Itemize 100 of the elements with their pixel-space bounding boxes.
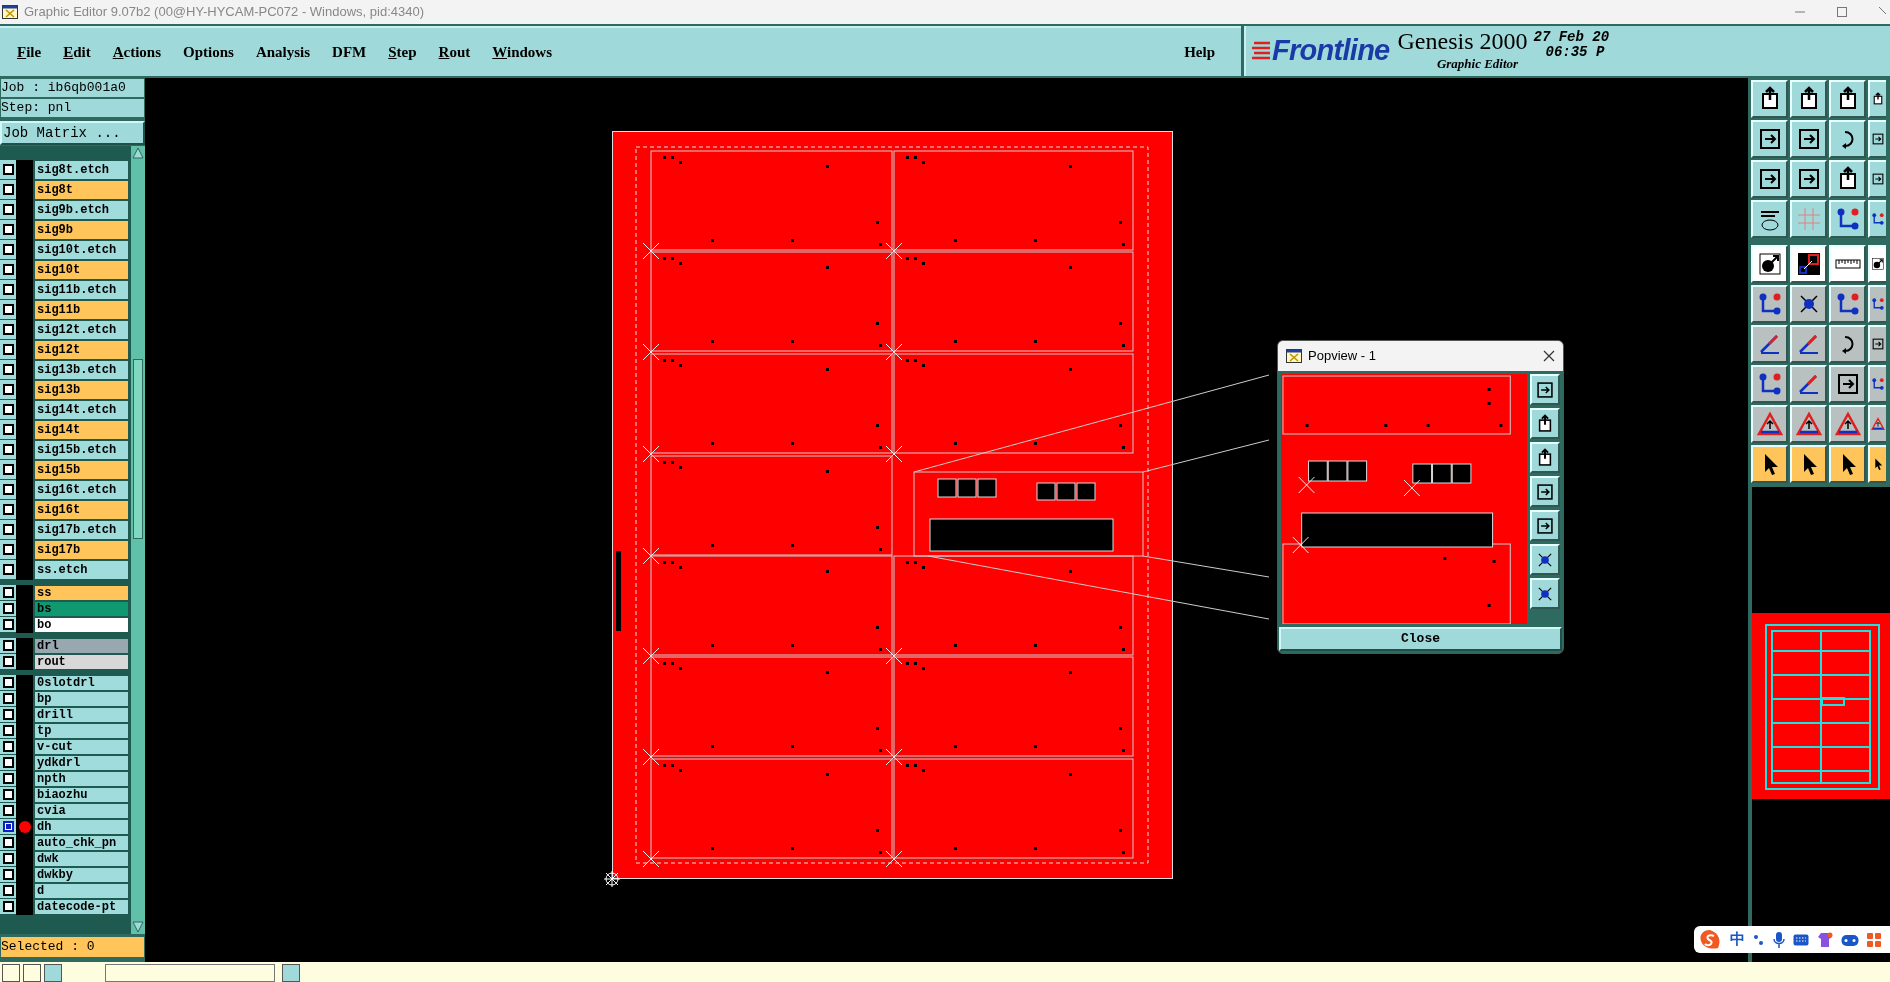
tool-button[interactable] bbox=[1790, 160, 1827, 198]
tool-button[interactable] bbox=[1868, 160, 1886, 198]
tool-button[interactable] bbox=[1751, 120, 1788, 158]
tool-button[interactable] bbox=[1868, 245, 1886, 283]
tool-button[interactable] bbox=[1829, 365, 1866, 403]
keyboard-icon[interactable] bbox=[1793, 933, 1809, 946]
tool-button[interactable] bbox=[1868, 80, 1886, 118]
tool-button[interactable] bbox=[1751, 200, 1788, 238]
tool-button[interactable] bbox=[1829, 245, 1866, 283]
layer-name[interactable]: drill bbox=[34, 707, 129, 723]
layer-name[interactable]: ydkdrl bbox=[34, 755, 129, 771]
layer-name[interactable]: biaozhu bbox=[34, 787, 129, 803]
menu-item[interactable]: DFM bbox=[321, 40, 378, 64]
menu-item[interactable]: File bbox=[6, 40, 53, 64]
tool-button[interactable] bbox=[1530, 476, 1560, 507]
layer-name[interactable]: sig11b.etch bbox=[34, 280, 129, 300]
layer-checkbox[interactable] bbox=[2, 464, 14, 475]
layer-name[interactable]: v-cut bbox=[34, 739, 129, 755]
layer-name[interactable]: sig9b bbox=[34, 220, 129, 240]
layer-checkbox[interactable] bbox=[2, 224, 14, 235]
scroll-thumb[interactable] bbox=[133, 359, 143, 539]
ime-logo-icon[interactable] bbox=[1698, 928, 1722, 951]
layer-name[interactable]: sig16t bbox=[34, 500, 129, 520]
layer-checkbox[interactable] bbox=[2, 564, 14, 575]
layer-name[interactable]: datecode-pt bbox=[34, 899, 129, 915]
layer-checkbox[interactable] bbox=[2, 264, 14, 275]
layer-checkbox[interactable] bbox=[2, 741, 14, 752]
tool-button[interactable] bbox=[1829, 160, 1866, 198]
layer-name[interactable]: sig14t.etch bbox=[34, 400, 129, 420]
layer-name[interactable]: sig10t bbox=[34, 260, 129, 280]
tool-button[interactable] bbox=[1790, 120, 1827, 158]
layer-name[interactable]: npth bbox=[34, 771, 129, 787]
tool-button[interactable] bbox=[1868, 405, 1886, 443]
layer-name[interactable]: auto_chk_pn bbox=[34, 835, 129, 851]
tool-button[interactable] bbox=[1829, 325, 1866, 363]
layer-checkbox[interactable] bbox=[2, 444, 14, 455]
tool-button[interactable] bbox=[1751, 445, 1788, 483]
layer-checkbox[interactable] bbox=[2, 709, 14, 720]
microphone-icon[interactable] bbox=[1773, 931, 1785, 948]
layer-checkbox[interactable] bbox=[2, 885, 14, 896]
tool-button[interactable] bbox=[1751, 405, 1788, 443]
tool-button[interactable] bbox=[1530, 544, 1560, 575]
layer-name[interactable]: rout bbox=[34, 654, 129, 670]
layer-name[interactable]: sig14t bbox=[34, 420, 129, 440]
tool-button[interactable] bbox=[1829, 120, 1866, 158]
status-button[interactable] bbox=[23, 964, 41, 982]
layer-checkbox[interactable] bbox=[2, 869, 14, 880]
status-button[interactable] bbox=[282, 964, 300, 982]
layer-name[interactable]: ss.etch bbox=[34, 560, 129, 580]
tool-button[interactable] bbox=[1790, 405, 1827, 443]
tool-button[interactable] bbox=[1868, 365, 1886, 403]
tool-button[interactable] bbox=[1829, 80, 1866, 118]
layer-name[interactable]: sig17b bbox=[34, 540, 129, 560]
layer-checkbox[interactable] bbox=[2, 837, 14, 848]
help-menu[interactable]: Help bbox=[1184, 40, 1215, 64]
layer-checkbox[interactable] bbox=[2, 603, 14, 614]
layer-name[interactable]: sig16t.etch bbox=[34, 480, 129, 500]
layer-name[interactable]: sig15b.etch bbox=[34, 440, 129, 460]
layer-checkbox[interactable] bbox=[2, 789, 14, 800]
layer-name[interactable]: sig12t bbox=[34, 340, 129, 360]
layer-name[interactable]: sig13b.etch bbox=[34, 360, 129, 380]
layer-checkbox[interactable] bbox=[2, 324, 14, 335]
input-language[interactable]: 中 bbox=[1730, 928, 1745, 951]
layer-checkbox[interactable] bbox=[2, 656, 14, 667]
layer-name[interactable]: sig15b bbox=[34, 460, 129, 480]
status-button[interactable] bbox=[44, 964, 62, 982]
tool-button[interactable] bbox=[1751, 160, 1788, 198]
tool-button[interactable] bbox=[1868, 445, 1886, 483]
gamepad-icon[interactable] bbox=[1841, 932, 1859, 947]
menu-item[interactable]: Analysis bbox=[244, 40, 322, 64]
menu-item[interactable]: Windows bbox=[481, 40, 564, 64]
tool-button[interactable] bbox=[1530, 408, 1560, 439]
layer-name[interactable]: cvia bbox=[34, 803, 129, 819]
layer-name[interactable]: bp bbox=[34, 691, 129, 707]
layer-checkbox[interactable] bbox=[2, 364, 14, 375]
layer-checkbox[interactable] bbox=[2, 164, 14, 175]
tool-button[interactable] bbox=[1790, 285, 1827, 323]
close-icon[interactable] bbox=[1543, 350, 1555, 362]
layer-name[interactable]: sig17b.etch bbox=[34, 520, 129, 540]
tool-button[interactable] bbox=[1790, 80, 1827, 118]
scrollbar[interactable] bbox=[130, 146, 145, 934]
menu-item[interactable]: Options bbox=[172, 40, 245, 64]
tool-button[interactable] bbox=[1868, 120, 1886, 158]
layer-checkbox[interactable] bbox=[2, 757, 14, 768]
tool-button[interactable] bbox=[1751, 365, 1788, 403]
layer-name[interactable]: d bbox=[34, 883, 129, 899]
tool-button[interactable] bbox=[1530, 442, 1560, 473]
layer-checkbox[interactable] bbox=[2, 805, 14, 816]
layer-name[interactable]: 0slotdrl bbox=[34, 675, 129, 691]
tool-button[interactable] bbox=[1868, 285, 1886, 323]
tool-button[interactable] bbox=[1530, 374, 1560, 405]
layer-name[interactable]: tp bbox=[34, 723, 129, 739]
tool-button[interactable] bbox=[1829, 285, 1866, 323]
tool-button[interactable] bbox=[1790, 445, 1827, 483]
layer-name[interactable]: sig13b bbox=[34, 380, 129, 400]
layer-checkbox[interactable] bbox=[2, 304, 14, 315]
tool-button[interactable] bbox=[1790, 365, 1827, 403]
tool-button[interactable] bbox=[1530, 578, 1560, 609]
tool-button[interactable] bbox=[1790, 325, 1827, 363]
layer-name[interactable]: sig9b.etch bbox=[34, 200, 129, 220]
